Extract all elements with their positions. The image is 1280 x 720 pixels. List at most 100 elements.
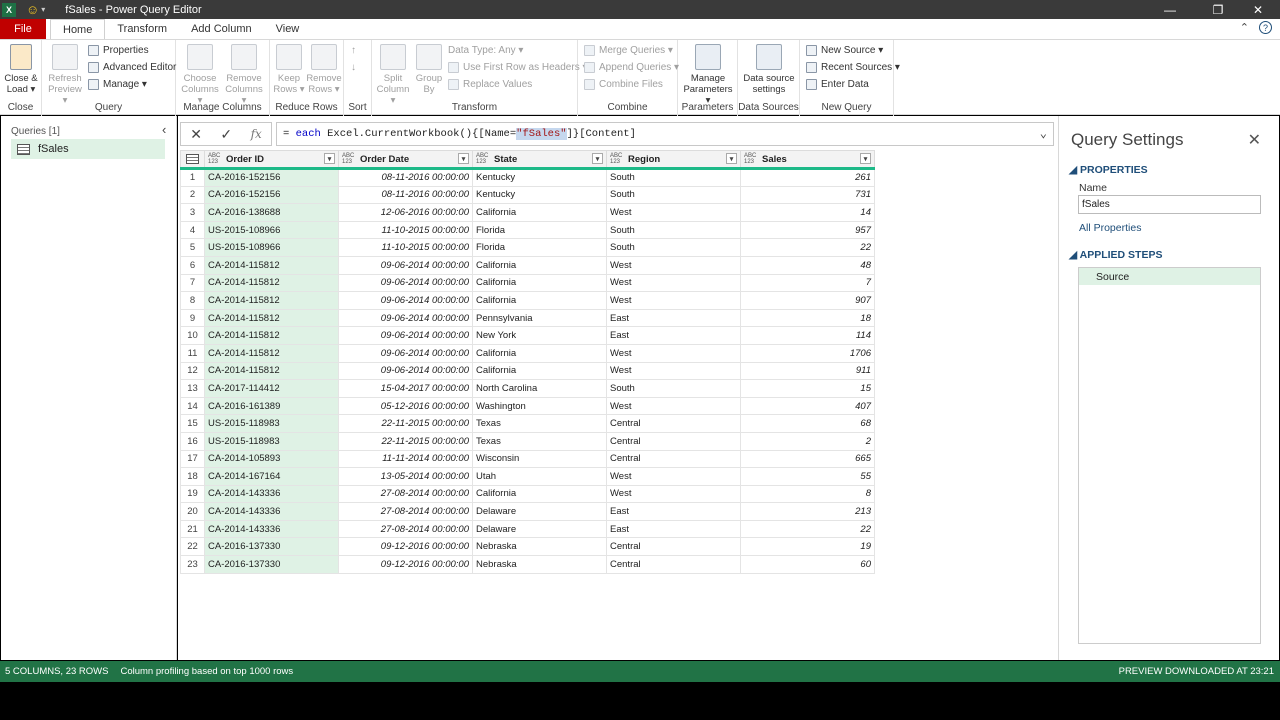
table-cell[interactable]: 09-06-2014 00:00:00 bbox=[338, 343, 473, 363]
table-row[interactable]: 1 CA-2016-152156 08-11-2016 00:00:00 Kentuc… bbox=[180, 168, 875, 187]
table-row[interactable]: 7 CA-2014-115812 09-06-2014 00:00:00 Califo… bbox=[180, 273, 875, 293]
table-cell[interactable]: West bbox=[606, 484, 741, 504]
table-cell[interactable]: CA-2014-115812 bbox=[204, 255, 339, 275]
table-cell[interactable]: CA-2014-115812 bbox=[204, 291, 339, 310]
table-cell[interactable]: 22-11-2015 00:00:00 bbox=[338, 414, 473, 433]
applied-steps-header[interactable]: ◢ APPLIED STEPS bbox=[1069, 249, 1162, 261]
row-number[interactable]: 1 bbox=[180, 168, 205, 187]
table-cell[interactable]: US-2015-118983 bbox=[204, 431, 339, 451]
table-cell[interactable]: Nebraska bbox=[472, 537, 607, 557]
row-number[interactable]: 11 bbox=[180, 343, 205, 363]
table-cell[interactable]: California bbox=[472, 203, 607, 222]
table-cell[interactable]: California bbox=[472, 255, 607, 275]
table-cell[interactable]: 22 bbox=[740, 519, 875, 539]
table-row[interactable]: 9 CA-2014-115812 09-06-2014 00:00:00 Pennsy… bbox=[180, 308, 875, 328]
table-cell[interactable]: Utah bbox=[472, 467, 607, 486]
table-cell[interactable]: 261 bbox=[740, 168, 875, 187]
table-row[interactable]: 21 CA-2014-143336 27-08-2014 00:00:00 Delaw… bbox=[180, 519, 875, 539]
table-cell[interactable]: 11-11-2014 00:00:00 bbox=[338, 449, 473, 469]
tab-view[interactable]: View bbox=[264, 19, 312, 39]
row-number[interactable]: 6 bbox=[180, 255, 205, 275]
collapse-ribbon-icon[interactable]: ⌃ bbox=[1240, 21, 1249, 34]
table-cell[interactable]: Central bbox=[606, 431, 741, 451]
row-number[interactable]: 19 bbox=[180, 484, 205, 504]
row-number[interactable]: 3 bbox=[180, 203, 205, 222]
table-cell[interactable]: 09-12-2016 00:00:00 bbox=[338, 555, 473, 574]
column-header-region[interactable]: ABC 123 Region ▾ bbox=[606, 150, 741, 170]
table-row[interactable]: 15 US-2015-118983 22-11-2015 00:00:00 Texas… bbox=[180, 414, 875, 433]
step-source[interactable]: Source bbox=[1079, 268, 1260, 285]
properties-button[interactable]: Properties bbox=[88, 45, 149, 56]
table-cell[interactable]: CA-2014-115812 bbox=[204, 308, 339, 328]
query-name-input[interactable]: fSales bbox=[1078, 195, 1261, 214]
table-cell[interactable]: South bbox=[606, 220, 741, 240]
table-cell[interactable]: West bbox=[606, 343, 741, 363]
table-cell[interactable]: 22 bbox=[740, 238, 875, 257]
combine-files-button[interactable]: Combine Files bbox=[584, 79, 663, 90]
table-cell[interactable]: West bbox=[606, 467, 741, 486]
table-cell[interactable]: CA-2014-115812 bbox=[204, 326, 339, 345]
table-cell[interactable]: South bbox=[606, 379, 741, 398]
table-cell[interactable]: CA-2014-167164 bbox=[204, 467, 339, 486]
row-number[interactable]: 8 bbox=[180, 291, 205, 310]
table-row[interactable]: 19 CA-2014-143336 27-08-2014 00:00:00 Calif… bbox=[180, 484, 875, 504]
collapse-pane-icon[interactable]: ‹ bbox=[162, 122, 166, 137]
table-row[interactable]: 8 CA-2014-115812 09-06-2014 00:00:00 Califo… bbox=[180, 291, 875, 310]
table-cell[interactable]: Florida bbox=[472, 238, 607, 257]
sort-descending-icon[interactable]: ↓ bbox=[351, 62, 356, 73]
row-number[interactable]: 18 bbox=[180, 467, 205, 486]
column-header-state[interactable]: ABC 123 State ▾ bbox=[472, 150, 607, 170]
new-source-button[interactable]: New Source ▾ bbox=[806, 45, 883, 56]
table-row[interactable]: 4 US-2015-108966 11-10-2015 00:00:00 Florid… bbox=[180, 220, 875, 240]
table-cell[interactable]: 2 bbox=[740, 431, 875, 451]
split-column-button[interactable]: Split Column ▾ bbox=[374, 44, 412, 106]
table-cell[interactable]: US-2015-108966 bbox=[204, 220, 339, 240]
formula-input[interactable]: = each Excel.CurrentWorkbook(){[Name= "fS… bbox=[276, 122, 1054, 146]
table-row[interactable]: 11 CA-2014-115812 09-06-2014 00:00:00 Calif… bbox=[180, 343, 875, 363]
enter-data-button[interactable]: Enter Data bbox=[806, 79, 869, 90]
table-row[interactable]: 20 CA-2014-143336 27-08-2014 00:00:00 Delaw… bbox=[180, 502, 875, 521]
table-cell[interactable]: California bbox=[472, 361, 607, 381]
tab-home[interactable]: Home bbox=[50, 19, 106, 39]
all-properties-link[interactable]: All Properties bbox=[1079, 222, 1141, 234]
group-by-button[interactable]: Group By bbox=[412, 44, 446, 95]
table-cell[interactable]: Central bbox=[606, 555, 741, 574]
table-cell[interactable]: 907 bbox=[740, 291, 875, 310]
properties-header[interactable]: ◢ PROPERTIES bbox=[1069, 164, 1148, 176]
row-number[interactable]: 10 bbox=[180, 326, 205, 345]
table-cell[interactable]: Texas bbox=[472, 431, 607, 451]
close-load-button[interactable]: Close & Load ▾ bbox=[4, 44, 38, 95]
filter-dropdown-icon[interactable]: ▾ bbox=[726, 153, 737, 164]
table-row[interactable]: 10 CA-2014-115812 09-06-2014 00:00:00 New Y… bbox=[180, 326, 875, 345]
table-cell[interactable]: 08-11-2016 00:00:00 bbox=[338, 185, 473, 205]
table-row[interactable]: 18 CA-2014-167164 13-05-2014 00:00:00 Utah W… bbox=[180, 467, 875, 486]
filter-dropdown-icon[interactable]: ▾ bbox=[860, 153, 871, 164]
quick-access-dropdown-icon[interactable]: ▾ bbox=[41, 5, 45, 14]
table-cell[interactable]: 09-06-2014 00:00:00 bbox=[338, 308, 473, 328]
row-number[interactable]: 5 bbox=[180, 238, 205, 257]
row-number[interactable]: 15 bbox=[180, 414, 205, 433]
table-cell[interactable]: CA-2014-143336 bbox=[204, 484, 339, 504]
manage-button[interactable]: Manage ▾ bbox=[88, 79, 147, 90]
data-source-settings-button[interactable]: Data source settings bbox=[740, 44, 798, 95]
table-cell[interactable]: 13-05-2014 00:00:00 bbox=[338, 467, 473, 486]
table-cell[interactable]: 27-08-2014 00:00:00 bbox=[338, 519, 473, 539]
table-cell[interactable]: West bbox=[606, 361, 741, 381]
advanced-editor-button[interactable]: Advanced Editor bbox=[88, 62, 176, 73]
table-cell[interactable]: 957 bbox=[740, 220, 875, 240]
restore-icon[interactable]: ❐ bbox=[1196, 0, 1240, 19]
table-row[interactable]: 12 CA-2014-115812 09-06-2014 00:00:00 Calif… bbox=[180, 361, 875, 381]
cancel-formula-icon[interactable]: ✕ bbox=[190, 126, 202, 143]
table-cell[interactable]: California bbox=[472, 343, 607, 363]
recent-sources-button[interactable]: Recent Sources ▾ bbox=[806, 62, 900, 73]
table-cell[interactable]: California bbox=[472, 291, 607, 310]
table-cell[interactable]: US-2015-118983 bbox=[204, 414, 339, 433]
table-cell[interactable]: West bbox=[606, 291, 741, 310]
table-cell[interactable]: California bbox=[472, 484, 607, 504]
table-cell[interactable]: 19 bbox=[740, 537, 875, 557]
table-row[interactable]: 17 CA-2014-105893 11-11-2014 00:00:00 Wisco… bbox=[180, 449, 875, 469]
column-header-order-id[interactable]: ABC 123 Order ID ▾ bbox=[204, 150, 339, 170]
table-cell[interactable]: Florida bbox=[472, 220, 607, 240]
table-cell[interactable]: 665 bbox=[740, 449, 875, 469]
table-cell[interactable]: Delaware bbox=[472, 519, 607, 539]
